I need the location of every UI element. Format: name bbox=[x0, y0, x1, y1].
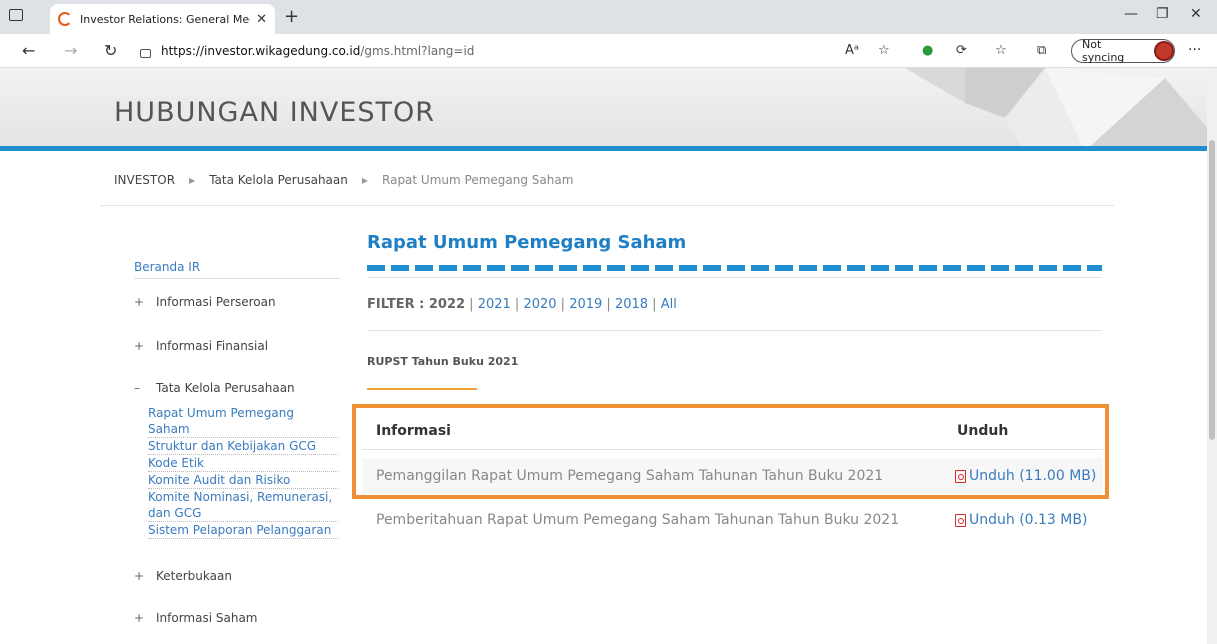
sidebar-sub-nomination-committee-cont[interactable]: dan GCG bbox=[148, 505, 338, 522]
tab-title: Investor Relations: General Meet bbox=[80, 12, 251, 26]
sidebar-sub-nomination-committee[interactable]: Komite Nominasi, Remunerasi, bbox=[148, 489, 338, 505]
restore-icon[interactable]: ❐ bbox=[1156, 6, 1169, 22]
breadcrumb-separator-icon: ▶ bbox=[361, 175, 369, 185]
sidebar-item-company-info[interactable]: + Informasi Perseroan bbox=[134, 295, 340, 309]
tab-bar: Investor Relations: General Meet ✕ + — ❐… bbox=[0, 0, 1217, 34]
divider bbox=[101, 205, 1113, 206]
forward-icon[interactable]: → bbox=[64, 41, 77, 60]
url-host: https://investor.wikagedung.co.id bbox=[161, 44, 361, 58]
expand-icon: + bbox=[134, 295, 145, 309]
sidebar-item-label: Informasi Saham bbox=[156, 611, 258, 625]
scrollbar-thumb[interactable] bbox=[1209, 140, 1215, 440]
expand-icon: + bbox=[134, 611, 145, 625]
sidebar-home-link[interactable]: Beranda IR bbox=[134, 260, 340, 279]
main-content: Rapat Umum Pemegang Saham FILTER : 2022 … bbox=[367, 232, 1102, 390]
sidebar-sub-gcg-structure[interactable]: Struktur dan Kebijakan GCG bbox=[148, 438, 338, 455]
lock-icon bbox=[140, 48, 151, 58]
minimize-icon[interactable]: — bbox=[1124, 6, 1138, 22]
more-icon[interactable]: ··· bbox=[1188, 42, 1201, 58]
breadcrumb-investor[interactable]: INVESTOR bbox=[114, 173, 175, 187]
filter-year-2019[interactable]: 2019 bbox=[569, 297, 602, 312]
close-window-icon[interactable]: ✕ bbox=[1190, 6, 1202, 22]
collections-icon[interactable]: ⧉ bbox=[1037, 43, 1046, 58]
sidebar-item-label: Keterbukaan bbox=[156, 569, 232, 583]
breadcrumb: INVESTOR ▶ Tata Kelola Perusahaan ▶ Rapa… bbox=[114, 173, 573, 187]
sidebar-sub-audit-committee[interactable]: Komite Audit dan Risiko bbox=[148, 472, 338, 489]
collapse-icon: – bbox=[134, 381, 140, 395]
page-title: Rapat Umum Pemegang Saham bbox=[367, 232, 687, 253]
filter-label: FILTER : 2022 bbox=[367, 297, 466, 312]
favorites-icon[interactable]: ☆ bbox=[995, 43, 1007, 58]
add-favorite-icon[interactable]: ☆ bbox=[878, 43, 890, 58]
filter-all[interactable]: All bbox=[661, 297, 677, 312]
filter-year-2018[interactable]: 2018 bbox=[615, 297, 648, 312]
download-link[interactable]: Unduh (0.13 MB) bbox=[955, 512, 1103, 528]
download-link[interactable]: Unduh (11.00 MB) bbox=[955, 468, 1103, 484]
table-header-download: Unduh bbox=[957, 423, 1009, 439]
breadcrumb-current: Rapat Umum Pemegang Saham bbox=[382, 173, 574, 187]
sidebar-submenu: Rapat Umum Pemegang Saham Struktur dan K… bbox=[148, 405, 338, 539]
download-label: Unduh (11.00 MB) bbox=[969, 468, 1097, 484]
avatar bbox=[1154, 41, 1174, 61]
table-row: Pemanggilan Rapat Umum Pemegang Saham Ta… bbox=[362, 458, 1103, 494]
sidebar: Beranda IR + Informasi Perseroan + Informa… bbox=[134, 260, 340, 625]
sidebar-item-financial-info[interactable]: + Informasi Finansial bbox=[134, 339, 340, 353]
row-info: Pemanggilan Rapat Umum Pemegang Saham Ta… bbox=[376, 468, 884, 484]
site-favicon-icon bbox=[58, 12, 72, 26]
filter-year-2020[interactable]: 2020 bbox=[523, 297, 556, 312]
filter-year-2021[interactable]: 2021 bbox=[478, 297, 511, 312]
title-underline bbox=[367, 265, 1102, 271]
refresh-icon[interactable]: ↻ bbox=[104, 41, 117, 60]
extensions-icon[interactable]: ⟳ bbox=[956, 43, 967, 58]
sidebar-item-governance[interactable]: – Tata Kelola Perusahaan bbox=[134, 381, 340, 395]
profile-sync-button[interactable]: Not syncing bbox=[1071, 38, 1175, 64]
section-tab-underline bbox=[367, 388, 477, 390]
expand-icon: + bbox=[134, 569, 145, 583]
sidebar-item-label: Informasi Finansial bbox=[156, 339, 269, 353]
back-icon[interactable]: ← bbox=[22, 41, 35, 60]
browser-toolbar: ← → ↻ https://investor.wikagedung.co.id /… bbox=[0, 34, 1217, 68]
sidebar-sub-whistleblowing[interactable]: Sistem Pelaporan Pelanggaran bbox=[148, 522, 338, 539]
section-title[interactable]: RUPST Tahun Buku 2021 bbox=[367, 355, 1102, 368]
pdf-icon bbox=[955, 469, 966, 483]
sidebar-item-label: Tata Kelola Perusahaan bbox=[156, 381, 295, 395]
pdf-icon bbox=[955, 513, 966, 527]
divider bbox=[367, 330, 1102, 331]
table-header-info: Informasi bbox=[376, 423, 451, 439]
close-tab-icon[interactable]: ✕ bbox=[256, 12, 267, 27]
breadcrumb-separator-icon: ▶ bbox=[189, 175, 196, 185]
download-label: Unduh (0.13 MB) bbox=[969, 512, 1088, 528]
sidebar-item-disclosure[interactable]: + Keterbukaan bbox=[134, 569, 340, 583]
year-filter: FILTER : 2022 | 2021 | 2020 | 2019 | 201… bbox=[367, 297, 677, 312]
extension-icon[interactable]: ● bbox=[922, 43, 933, 58]
tab-actions-icon[interactable] bbox=[9, 9, 23, 21]
address-bar[interactable]: https://investor.wikagedung.co.id/gms.ht… bbox=[134, 38, 1034, 64]
browser-tab[interactable]: Investor Relations: General Meet ✕ bbox=[50, 4, 275, 34]
sidebar-sub-gms[interactable]: Rapat Umum Pemegang Saham bbox=[148, 405, 338, 438]
url-path: /gms.html?lang=id bbox=[360, 44, 475, 58]
new-tab-icon[interactable]: + bbox=[284, 6, 299, 27]
divider bbox=[367, 277, 1102, 278]
page-header-title: HUBUNGAN INVESTOR bbox=[114, 97, 436, 128]
sync-label: Not syncing bbox=[1082, 38, 1125, 64]
header-decoration bbox=[905, 68, 1207, 146]
sidebar-item-label: Informasi Perseroan bbox=[156, 295, 276, 309]
expand-icon: + bbox=[134, 339, 145, 353]
sidebar-sub-code-of-ethics[interactable]: Kode Etik bbox=[148, 455, 338, 472]
scrollbar[interactable] bbox=[1207, 68, 1217, 644]
breadcrumb-governance[interactable]: Tata Kelola Perusahaan bbox=[209, 173, 348, 187]
page-header-banner: HUBUNGAN INVESTOR bbox=[0, 68, 1207, 151]
sidebar-item-share-info[interactable]: + Informasi Saham bbox=[134, 611, 340, 625]
read-aloud-icon[interactable]: A͏ᵃ bbox=[845, 43, 859, 58]
row-info: Pemberitahuan Rapat Umum Pemegang Saham … bbox=[376, 512, 900, 528]
table-row: Pemberitahuan Rapat Umum Pemegang Saham … bbox=[362, 502, 1103, 538]
